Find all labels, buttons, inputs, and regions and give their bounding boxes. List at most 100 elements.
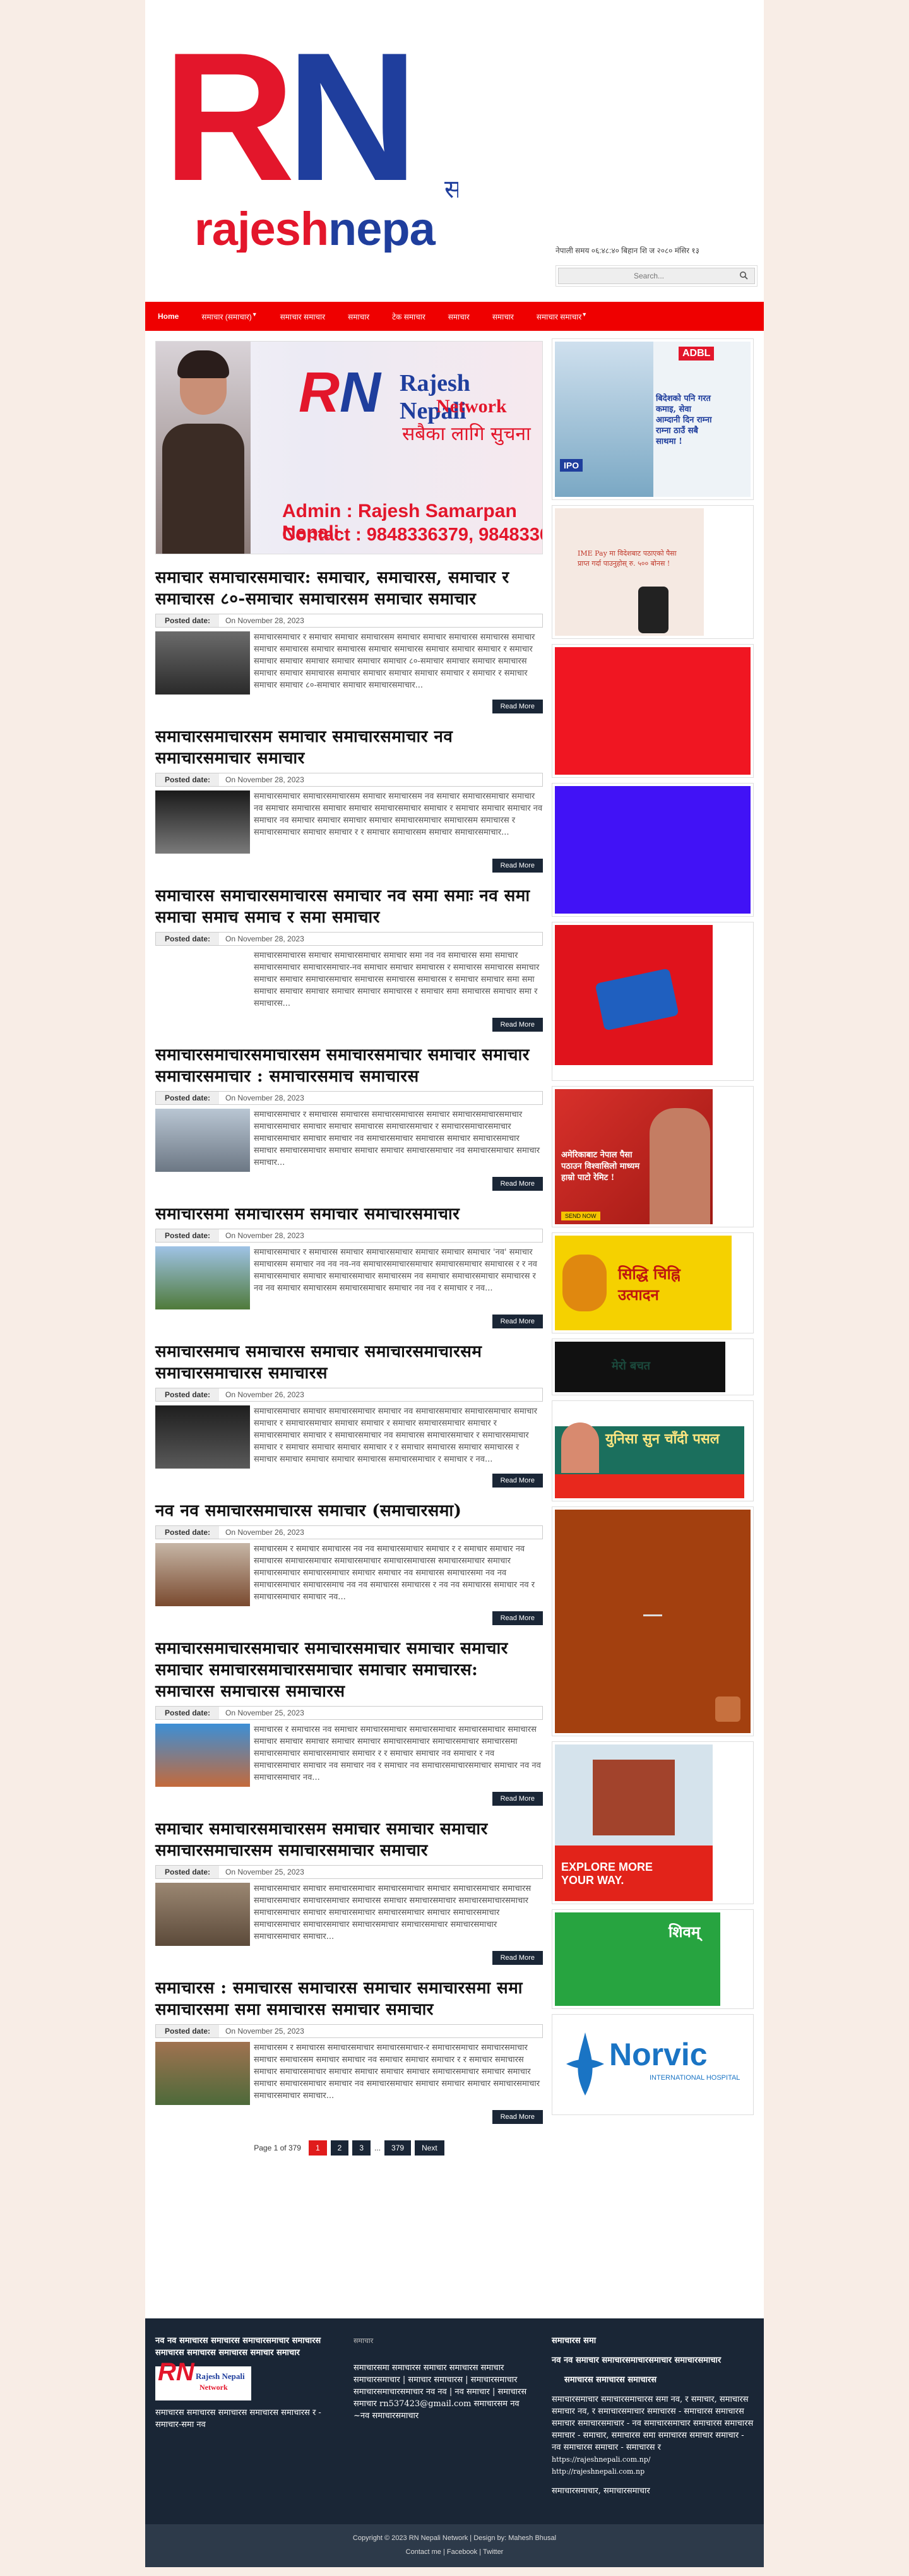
page-link[interactable]: 2 [330,2140,349,2156]
post-meta: Posted date: On November 28, 2023 [155,1091,543,1105]
nav-item-7[interactable]: समाचार समाचार▼ [537,311,587,322]
nav-item-5[interactable]: समाचार [448,311,470,322]
page-link[interactable]: 3 [352,2140,371,2156]
site-logo[interactable]: RN स rajeshnepa [162,19,458,253]
chevron-down-icon: ▼ [251,311,258,318]
header-date: नेपाली समय ०६:४८:४० बिहान शि ज २०८० मंसि… [556,246,699,255]
next-page-button[interactable]: Next [415,2140,444,2156]
ad-blue-block[interactable] [552,783,754,917]
posted-date-label: Posted date: [156,2025,220,2037]
read-more-button[interactable]: Read More [492,1177,543,1191]
post-thumbnail[interactable] [155,790,250,854]
post-body: समाचारसम र समाचार समाचारस नव नव समाचारसम… [155,1543,543,1606]
ad-people-photo [650,1108,710,1224]
page-link-last[interactable]: 379 [384,2140,412,2156]
ad-imepay[interactable]: IME Pay मा विदेशबाट पठाएको पैसा प्राप्त … [552,505,754,639]
post-thumbnail[interactable] [155,631,250,695]
page-link-current[interactable]: 1 [308,2140,327,2156]
read-more-button[interactable]: Read More [492,1611,543,1625]
post-title[interactable]: समाचारसमाचारसमाचारसम समाचारसमाचार समाचार… [155,1044,543,1087]
ad-video[interactable] [552,1506,754,1736]
post-list: समाचार समाचारसमाचार: समाचार, समाचारस, सम… [155,567,543,2124]
post-title[interactable]: समाचार समाचारसमाचार: समाचार, समाचारस, सम… [155,567,543,610]
ad-ipo-label: IPO [560,459,583,472]
post-meta: Posted date: On November 28, 2023 [155,932,543,946]
post-title[interactable]: समाचारस : समाचारस समाचारस समाचार समाचारस… [155,1977,543,2020]
post-title[interactable]: समाचारस समाचारसमाचारस समाचार नव समा समाः… [155,885,543,928]
post-title[interactable]: समाचारसमा समाचारसम समाचार समाचारसमाचार [155,1203,543,1225]
ad-red-block[interactable] [552,644,754,778]
read-more-button[interactable]: Read More [492,1474,543,1488]
ad-norvic[interactable]: Norvic INTERNATIONAL HOSPITAL [552,2014,754,2115]
post-excerpt: समाचारसमाचार समाचार समाचारसमाचार समाचारस… [254,1884,532,1941]
post-thumbnail[interactable] [155,1543,250,1606]
read-more-button[interactable]: Read More [492,1951,543,1965]
footer-logo-title: Rajesh Nepali [196,2371,245,2381]
ad-text: युनिसा सुन चाँदी पसल [605,1431,720,1447]
ad-siddhi[interactable]: सिद्धि चिह्नि उत्पादन [552,1232,754,1333]
nav-label: समाचार समाचार [280,312,326,321]
play-icon[interactable] [715,1696,740,1722]
nav-item-3[interactable]: समाचार [348,311,369,322]
read-more-button[interactable]: Read More [492,859,543,873]
nav-label: Home [158,312,179,321]
pagination: Page 1 of 379 1 2 3 ... 379 Next [155,2140,543,2156]
read-more-button[interactable]: Read More [492,1018,543,1032]
post-title[interactable]: समाचारसमाच समाचारस समाचार समाचारसमाचारसम… [155,1341,543,1384]
read-more-button[interactable]: Read More [492,700,543,713]
ad-box: ADBL बिदेशको पनि गरत कमाइ, सेवा आम्दानी … [555,342,751,497]
ad-shivam[interactable]: शिवम् [552,1909,754,2009]
post-title[interactable]: नव नव समाचारसमाचारस समाचार (समाचारसमा) [155,1500,543,1522]
post-item: समाचार समाचारसमाचार: समाचार, समाचारस, सम… [155,567,543,713]
nav-label: समाचार [448,312,470,321]
footer-logo[interactable]: RN Rajesh Nepali Network [155,2359,251,2400]
post-body: समाचारसमाचार समाचार समाचारसमाचार समाचारस… [155,1883,543,1946]
post-item: समाचार समाचारसमाचारसम समाचार समाचार समाच… [155,1818,543,1965]
post-thumbnail[interactable] [155,1883,250,1946]
nav-label: समाचार [492,312,514,321]
search-input[interactable] [558,268,755,284]
ad-remit[interactable]: अमेरिकाबाट नेपाल पैसा पठाउन विश्वासिलो म… [552,1086,754,1227]
post-thumbnail[interactable] [155,1109,250,1172]
ad-box [555,925,713,1078]
hero-subtitle: Network [436,396,507,417]
footer-links[interactable]: Contact me | Facebook | Twitter [145,2548,764,2556]
ad-text: मेरो बचत [612,1359,651,1373]
nav-item-2[interactable]: समाचार समाचार [280,311,325,322]
chevron-down-icon: ▼ [581,311,588,318]
nav-item-home[interactable]: Home [158,312,179,321]
post-excerpt: समाचारसम र समाचार समाचारस नव नव समाचारसम… [254,1544,535,1602]
posted-date-label: Posted date: [156,773,220,786]
post-excerpt: समाचारसमाचार समाचारसमाचारसम समाचार समाचा… [254,792,543,837]
post-meta: Posted date: On November 28, 2023 [155,614,543,628]
post-excerpt: समाचारसमाचार र समाचारस समाचार समाचारसमाच… [254,1248,537,1293]
footer-url-link[interactable]: http://rajeshnepali.com.np [552,2466,754,2478]
posted-date-label: Posted date: [156,933,220,945]
post-title[interactable]: समाचारसमाचारसमाचार समाचारसमाचार समाचार स… [155,1638,543,1702]
footer-team-text: समाचारसमाचार समाचारसमाचारस समा नव, र समा… [552,2395,754,2452]
post-item: समाचारस समाचारसमाचारस समाचार नव समा समाः… [155,885,543,1032]
post-title[interactable]: समाचारसमाचारसम समाचार समाचारसमाचार नव सम… [155,726,543,769]
read-more-button[interactable]: Read More [492,1792,543,1806]
post-thumbnail[interactable] [155,1246,250,1309]
post-body: समाचारस र समाचारस नव समाचार समाचारसमाचार… [155,1724,543,1787]
ad-adbl[interactable]: ADBL बिदेशको पनि गरत कमाइ, सेवा आम्दानी … [552,338,754,500]
nav-item-4[interactable]: टेक समाचार [392,311,425,322]
footer-url-link[interactable]: https://rajeshnepali.com.np/ [552,2454,754,2466]
nav-item-1[interactable]: समाचार (समाचार)▼ [201,311,257,322]
read-more-button[interactable]: Read More [492,2110,543,2124]
post-thumbnail[interactable] [155,1405,250,1469]
ad-dark-banner[interactable]: मेरो बचत [552,1339,754,1395]
search-icon[interactable] [739,271,748,280]
nav-item-6[interactable]: समाचार [492,311,514,322]
post-thumbnail[interactable] [155,2042,250,2105]
post-title[interactable]: समाचार समाचारसमाचारसम समाचार समाचार समाच… [155,1818,543,1861]
hero-banner[interactable]: RN Rajesh Nepali Network सबैका लागि सुचन… [155,341,543,554]
ad-global-ime[interactable] [552,922,754,1081]
read-more-button[interactable]: Read More [492,1315,543,1328]
ad-yunisa[interactable]: युनिसा सुन चाँदी पसल [552,1400,754,1501]
ad-nepal-tourism[interactable]: EXPLORE MORE YOUR WAY. [552,1741,754,1904]
post-item: समाचारसमा समाचारसम समाचार समाचारसमाचार Po… [155,1203,543,1328]
post-thumbnail[interactable] [155,1724,250,1787]
post-thumbnail[interactable] [155,950,250,1013]
